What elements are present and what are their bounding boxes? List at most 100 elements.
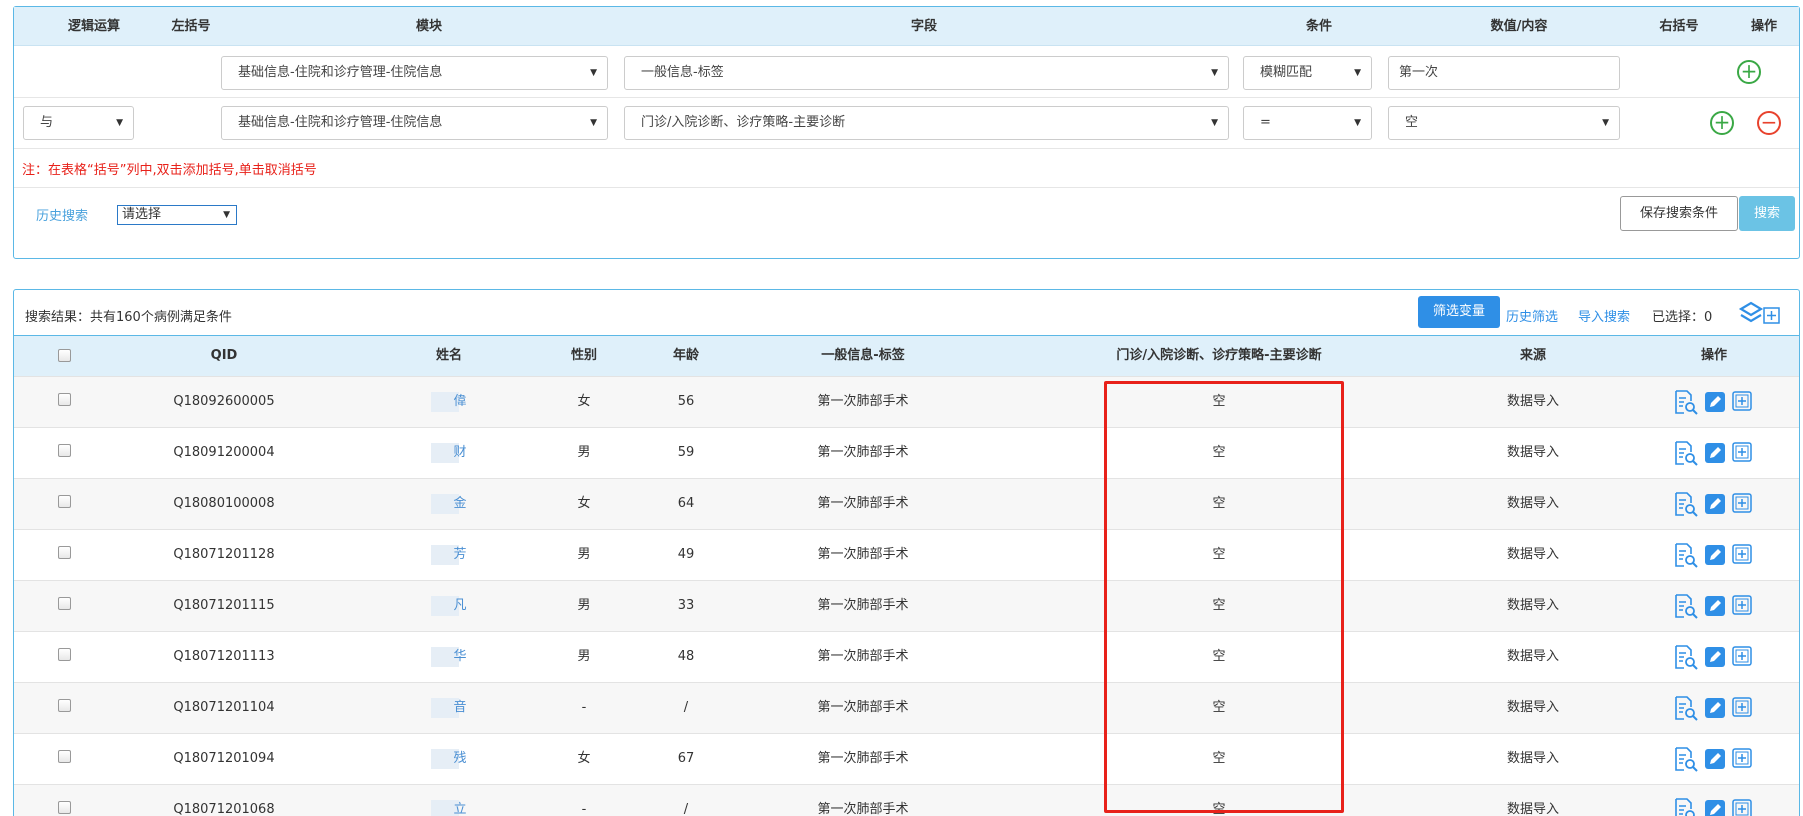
header-left-paren: 左括号 — [171, 19, 211, 34]
column-header-name: 姓名 — [435, 348, 462, 363]
cell-qid-text: Q18092600005 — [173, 394, 275, 409]
cell-name[interactable]: 财 — [404, 428, 494, 478]
row-checkbox[interactable] — [58, 801, 71, 814]
cell-qid-text: Q18080100008 — [173, 496, 275, 511]
cell-gender-text: 男 — [577, 649, 591, 664]
layers-icon[interactable] — [1738, 301, 1782, 325]
save-search-button[interactable]: 保存搜索条件 — [1620, 196, 1738, 231]
cell-qid-text: Q18071201094 — [173, 751, 275, 766]
cell-source-text: 数据导入 — [1506, 547, 1559, 562]
cell-tag: 第一次肺部手术 — [783, 683, 943, 733]
table-row[interactable]: Q18071201104 音 - / 第一次肺部手术空数据导入 — [14, 682, 1799, 733]
cell-name[interactable]: 立 — [404, 785, 494, 816]
cell-qid: Q18092600005 — [134, 377, 314, 427]
value-input[interactable]: 第一次 — [1388, 56, 1620, 90]
row-checkbox[interactable] — [58, 648, 71, 661]
cell-source-text: 数据导入 — [1506, 496, 1559, 511]
row-checkbox[interactable] — [58, 495, 71, 508]
table-row[interactable]: Q18071201113 华男 48 第一次肺部手术空数据导入 — [14, 631, 1799, 682]
import-search-link[interactable]: 导入搜索 — [1578, 306, 1630, 325]
cell-tag: 第一次肺部手术 — [783, 581, 943, 631]
cell-name-text: 偉 — [453, 394, 467, 409]
cell-tag-text: 第一次肺部手术 — [817, 751, 909, 766]
filter-variables-button[interactable]: 筛选变量 — [1418, 296, 1500, 328]
cell-qid-text: Q18071201128 — [173, 547, 275, 562]
cell-gender: - — [549, 785, 619, 816]
cell-source-text: 数据导入 — [1506, 802, 1559, 816]
row-checkbox[interactable] — [58, 393, 71, 406]
cell-tag: 第一次肺部手术 — [783, 530, 943, 580]
cell-gender: - — [549, 683, 619, 733]
header-logic: 逻辑运算 — [67, 19, 120, 34]
cell-name-text: 芳 — [453, 547, 467, 562]
cell-source: 数据导入 — [1488, 785, 1578, 816]
cell-qid-text: Q18071201068 — [173, 802, 275, 816]
row-actions — [1674, 491, 1764, 519]
cell-tag-text: 第一次肺部手术 — [817, 394, 909, 409]
caret-down-icon: ▼ — [1602, 118, 1609, 128]
cell-name[interactable]: 金 — [404, 479, 494, 529]
module-select[interactable]: 基础信息-住院和诊疗管理-住院信息 ▼ — [221, 56, 608, 90]
cell-gender-text: 女 — [577, 496, 591, 511]
table-row[interactable]: Q18091200004 财男 59 第一次肺部手术空数据导入 — [14, 427, 1799, 478]
table-row[interactable]: Q18071201068 立 - / 第一次肺部手术空数据导入 — [14, 784, 1799, 816]
history-search-select[interactable]: 请选择 ▼ — [117, 205, 237, 225]
table-row[interactable]: Q18071201128 芳男 49 第一次肺部手术空数据导入 — [14, 529, 1799, 580]
cell-name-text: 音 — [453, 700, 467, 715]
caret-down-icon: ▼ — [1354, 68, 1361, 78]
condition-select[interactable]: 模糊匹配 ▼ — [1243, 56, 1372, 90]
condition-select-value: 模糊匹配 — [1260, 65, 1313, 80]
cell-age: / — [651, 683, 721, 733]
column-header-age: 年龄 — [672, 348, 699, 363]
row-actions — [1674, 593, 1764, 621]
field-select[interactable]: 门诊/入院诊断、诊疗策略-主要诊断 ▼ — [624, 106, 1229, 140]
cell-source: 数据导入 — [1488, 683, 1578, 733]
column-header-tag: 一般信息-标签 — [821, 348, 905, 363]
cell-gender-text: 女 — [577, 394, 591, 409]
field-select[interactable]: 一般信息-标签 ▼ — [624, 56, 1229, 90]
minus-circle-icon[interactable]: − — [1757, 111, 1781, 135]
cell-gender: 男 — [549, 581, 619, 631]
cell-name[interactable]: 残 — [404, 734, 494, 784]
cell-qid: Q18071201128 — [134, 530, 314, 580]
cell-name[interactable]: 芳 — [404, 530, 494, 580]
cell-age: 59 — [651, 428, 721, 478]
search-button[interactable]: 搜索 — [1739, 196, 1795, 231]
cell-age-text: 67 — [677, 751, 695, 766]
cell-age: 49 — [651, 530, 721, 580]
row-checkbox[interactable] — [58, 444, 71, 457]
table-row[interactable]: Q18071201115 凡男 33 第一次肺部手术空数据导入 — [14, 580, 1799, 631]
cell-name[interactable]: 偉 — [404, 377, 494, 427]
cell-qid-text: Q18091200004 — [173, 445, 275, 460]
row-checkbox[interactable] — [58, 699, 71, 712]
table-row[interactable]: Q18071201094 残女 67 第一次肺部手术空数据导入 — [14, 733, 1799, 784]
condition-select[interactable]: = ▼ — [1243, 106, 1372, 140]
cell-source: 数据导入 — [1488, 581, 1578, 631]
value-select[interactable]: 空 ▼ — [1388, 106, 1620, 140]
logic-select[interactable]: 与 ▼ — [23, 106, 134, 140]
row-checkbox[interactable] — [58, 750, 71, 763]
row-checkbox[interactable] — [58, 546, 71, 559]
plus-circle-icon[interactable]: + — [1737, 60, 1761, 84]
cell-qid: Q18080100008 — [134, 479, 314, 529]
cell-name[interactable]: 凡 — [404, 581, 494, 631]
plus-circle-icon[interactable]: + — [1710, 111, 1734, 135]
cell-source: 数据导入 — [1488, 530, 1578, 580]
cell-gender: 男 — [549, 530, 619, 580]
select-all-checkbox[interactable] — [58, 349, 71, 362]
cell-gender-text: 男 — [577, 598, 591, 613]
table-row[interactable]: Q18080100008 金女 64 第一次肺部手术空数据导入 — [14, 478, 1799, 529]
history-filter-link[interactable]: 历史筛选 — [1506, 306, 1558, 325]
query-header: 逻辑运算 左括号 模块 字段 条件 数值/内容 右括号 操作 — [14, 7, 1799, 46]
row-actions — [1674, 797, 1764, 816]
cell-name[interactable]: 华 — [404, 632, 494, 682]
cell-name[interactable]: 音 — [404, 683, 494, 733]
row-checkbox[interactable] — [58, 597, 71, 610]
row-actions — [1674, 746, 1764, 774]
cell-source: 数据导入 — [1488, 734, 1578, 784]
module-select[interactable]: 基础信息-住院和诊疗管理-住院信息 ▼ — [221, 106, 608, 140]
value-input-text: 第一次 — [1399, 65, 1439, 80]
cell-tag-text: 第一次肺部手术 — [817, 802, 909, 816]
cell-name-text: 财 — [453, 445, 467, 460]
table-row[interactable]: Q18092600005 偉女 56 第一次肺部手术空数据导入 — [14, 376, 1799, 427]
